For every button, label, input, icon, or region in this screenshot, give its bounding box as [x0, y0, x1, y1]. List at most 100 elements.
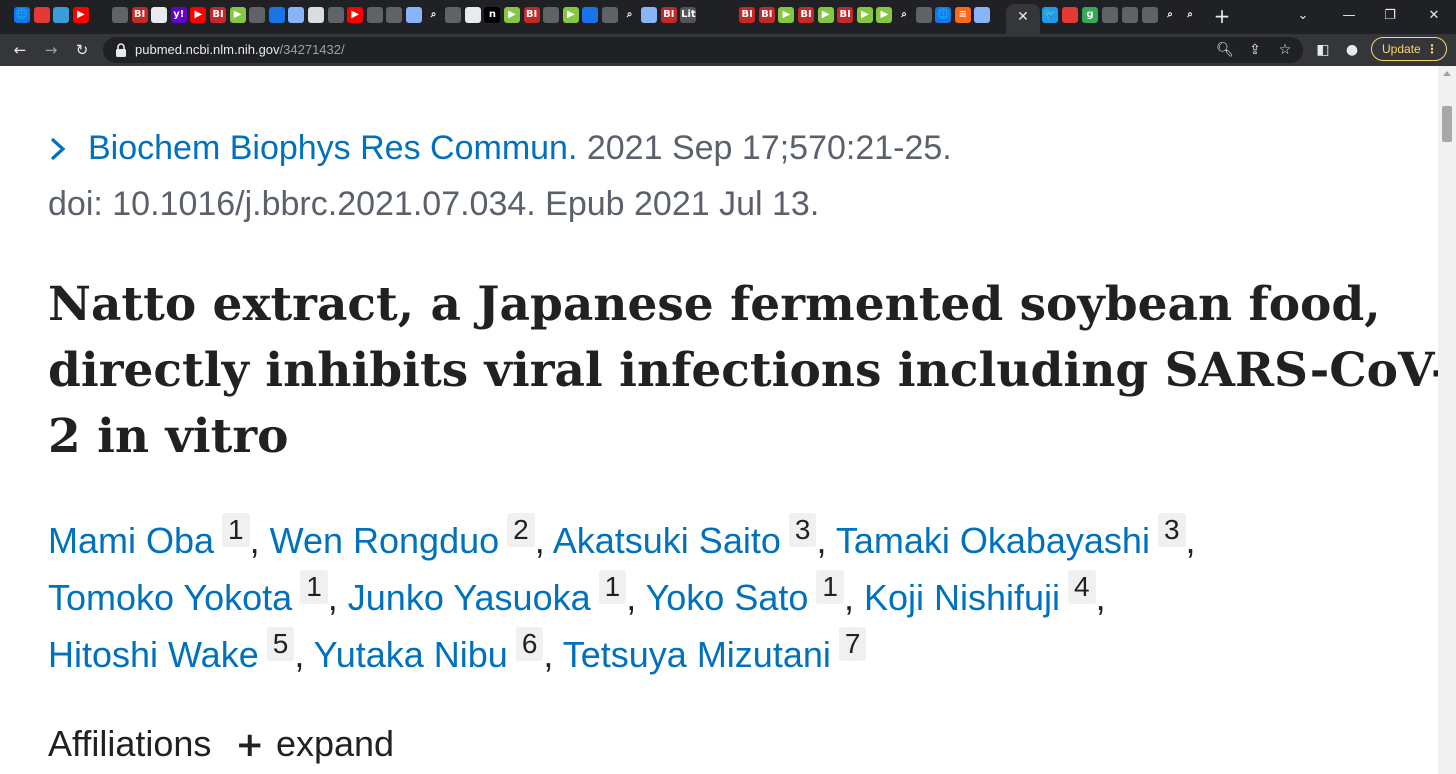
tab-rumble-icon[interactable]: ▶ — [229, 7, 246, 23]
tab-substack-icon[interactable]: ≡ — [954, 7, 971, 23]
author-link[interactable]: Tetsuya Mizutani — [563, 634, 831, 675]
address-bar[interactable]: pubmed.ncbi.nlm.nih.gov/34271432/ 🔍︎ ⇪ ☆ — [103, 37, 1303, 63]
tab-gray-circle-icon[interactable] — [249, 7, 266, 23]
tab-document-icon[interactable] — [974, 7, 991, 23]
tab-youtube-icon[interactable]: ▶ — [190, 7, 207, 23]
affiliation-ref[interactable]: 1 — [222, 513, 250, 547]
author-link[interactable]: Tomoko Yokota — [48, 577, 292, 618]
tab-blank-icon[interactable] — [719, 7, 736, 23]
zoom-icon[interactable]: 🔍︎ — [1215, 40, 1235, 60]
update-button[interactable]: Update ⋮ — [1371, 37, 1447, 61]
tab-search-icon[interactable]: ⌕ — [1182, 7, 1198, 23]
tab-rumble-icon[interactable]: ▶ — [504, 7, 520, 23]
tab-lit-icon[interactable]: Lit — [680, 7, 697, 23]
affiliation-ref[interactable]: 1 — [816, 570, 844, 604]
tab-reuters-icon[interactable] — [464, 7, 481, 23]
author-link[interactable]: Tamaki Okabayashi — [836, 520, 1150, 561]
tab-document-icon[interactable] — [406, 7, 422, 23]
tab-search-chevron-down-icon[interactable]: ⌄ — [1293, 6, 1313, 26]
profile-avatar-icon[interactable]: ● — [1342, 40, 1362, 60]
tab-business-insider-icon[interactable]: BI — [131, 7, 148, 23]
lock-icon[interactable] — [115, 43, 127, 57]
tab-generic-icon[interactable] — [53, 7, 70, 23]
tab-search-icon[interactable]: ⌕ — [621, 7, 638, 23]
tab-globe-icon[interactable]: 🌐 — [935, 7, 952, 23]
tab-document-icon[interactable] — [288, 7, 305, 23]
menu-dots-icon[interactable]: ⋮ — [1426, 38, 1438, 60]
reload-button[interactable]: ↻ — [71, 39, 93, 61]
back-button[interactable]: ← — [9, 39, 31, 61]
tab-gray-circle-icon[interactable] — [915, 7, 932, 23]
scrollbar[interactable] — [1438, 66, 1456, 774]
tab-rumble-icon[interactable]: ▶ — [778, 7, 795, 23]
tab-business-insider-icon[interactable]: BI — [798, 7, 814, 23]
affiliations-toggle[interactable]: Affiliations + expand — [48, 722, 394, 767]
tab-blank-icon[interactable] — [700, 7, 716, 23]
tab-search-icon[interactable]: ⌕ — [896, 7, 912, 23]
bookmark-star-icon[interactable]: ☆ — [1275, 40, 1295, 60]
scrollbar-thumb[interactable] — [1442, 106, 1452, 142]
author-link[interactable]: Yoko Sato — [646, 577, 809, 618]
forward-button[interactable]: → — [40, 39, 62, 61]
tab-business-insider-icon[interactable]: BI — [660, 7, 677, 23]
tab-shield-icon[interactable] — [582, 7, 599, 23]
chevron-right-icon[interactable] — [48, 138, 68, 160]
tab-rumble-icon[interactable]: ▶ — [817, 7, 834, 23]
tab-gray-circle-icon[interactable] — [112, 7, 128, 23]
affiliation-ref[interactable]: 5 — [266, 627, 295, 661]
tab-blank-icon[interactable] — [92, 7, 109, 23]
tab-reuters-icon[interactable] — [151, 7, 168, 23]
affiliation-ref[interactable]: 6 — [515, 627, 544, 661]
tab-n-icon[interactable]: n — [484, 7, 501, 23]
close-window-button[interactable]: ✕ — [1424, 6, 1444, 26]
tab-shield-icon[interactable] — [268, 7, 285, 23]
tab-business-insider-icon[interactable]: BI — [523, 7, 540, 23]
maximize-button[interactable]: ❐ — [1380, 6, 1400, 26]
tab-gray-circle-icon[interactable] — [445, 7, 462, 23]
affiliation-ref[interactable]: 3 — [788, 513, 817, 547]
author-link[interactable]: Mami Oba — [48, 520, 214, 561]
tab-youtube-icon[interactable]: ▶ — [347, 7, 364, 23]
affiliation-ref[interactable]: 3 — [1157, 513, 1186, 547]
scroll-up-arrow-icon[interactable] — [1443, 71, 1451, 76]
tab-business-insider-icon[interactable]: BI — [758, 7, 775, 23]
tab-gray-circle-icon[interactable] — [1142, 7, 1158, 23]
tab-business-insider-icon[interactable]: BI — [210, 7, 226, 23]
author-link[interactable]: Wen Rongduo — [270, 520, 500, 561]
affiliation-ref[interactable]: 7 — [838, 627, 867, 661]
tab-gray-circle-icon[interactable] — [327, 7, 344, 23]
tab-gray-circle-icon[interactable] — [543, 7, 560, 23]
tab-search-icon[interactable]: ⌕ — [425, 7, 442, 23]
affiliation-ref[interactable]: 1 — [598, 570, 627, 604]
author-link[interactable]: Hitoshi Wake — [48, 634, 259, 675]
tab-grid-icon[interactable] — [308, 7, 324, 23]
tab-gray-circle-icon[interactable] — [386, 7, 403, 23]
tab-gray-circle-icon[interactable] — [1102, 7, 1118, 23]
author-link[interactable]: Yutaka Nibu — [314, 634, 508, 675]
tab-globe-icon[interactable]: 🌐 — [14, 7, 30, 23]
side-panel-icon[interactable]: ◧ — [1313, 40, 1333, 60]
tab-yahoo-icon[interactable]: y! — [170, 7, 187, 23]
tab-rumble-icon[interactable]: ▶ — [856, 7, 873, 23]
author-link[interactable]: Koji Nishifuji — [864, 577, 1060, 618]
tab-g-icon[interactable]: g — [1082, 7, 1098, 23]
tab-twitter-icon[interactable]: 🐦 — [1042, 7, 1058, 23]
plus-icon[interactable]: + — [235, 723, 264, 767]
tab-search-icon[interactable]: ⌕ — [1162, 7, 1178, 23]
minimize-button[interactable]: — — [1339, 6, 1359, 26]
tab-red-icon[interactable] — [1062, 7, 1078, 23]
tab-document-icon[interactable] — [641, 7, 658, 23]
tab-gray-circle-icon[interactable] — [366, 7, 383, 23]
tab-youtube-icon[interactable]: ▶ — [72, 7, 89, 23]
share-icon[interactable]: ⇪ — [1245, 40, 1265, 60]
new-tab-button[interactable]: + — [1212, 4, 1232, 28]
tab-gray-circle-icon[interactable] — [602, 7, 618, 23]
url-text[interactable]: pubmed.ncbi.nlm.nih.gov/34271432/ — [135, 42, 345, 58]
tab-rumble-icon[interactable]: ▶ — [876, 7, 893, 23]
affiliation-ref[interactable]: 2 — [507, 513, 535, 547]
author-link[interactable]: Akatsuki Saito — [553, 520, 781, 561]
journal-link[interactable]: Biochem Biophys Res Commun. — [88, 129, 577, 167]
affiliation-ref[interactable]: 4 — [1068, 570, 1096, 604]
tab-red-circle-icon[interactable] — [33, 7, 50, 23]
expand-label[interactable]: expand — [276, 723, 394, 764]
